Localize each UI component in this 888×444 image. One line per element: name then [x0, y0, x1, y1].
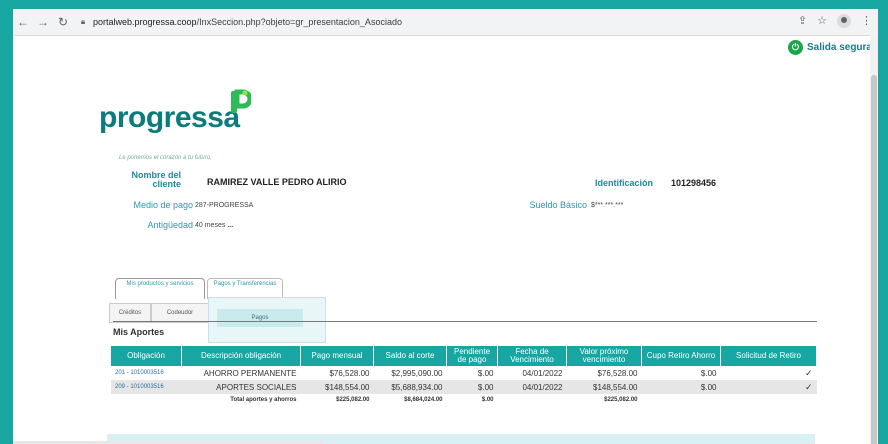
cell-monthly-payment: $76,528.00 [300, 366, 374, 380]
subtab-codebtor[interactable]: Codeudor [151, 303, 209, 323]
more-indicator[interactable]: ... [227, 222, 233, 229]
total-cell [641, 394, 721, 405]
progressa-logo: progressa [99, 89, 251, 135]
lock-icon[interactable]: 🔒︎ [77, 17, 89, 27]
total-cell [111, 394, 182, 405]
col-header: Pendiente de pago [446, 346, 498, 366]
total-label: Total aportes y ahorros [181, 394, 301, 405]
total-monthly: $225,082.00 [300, 394, 374, 405]
salary-label: Sueldo Básico [529, 200, 587, 210]
cell-due-date: 04/01/2022 [497, 366, 567, 380]
total-next-value: $225,082.00 [566, 394, 642, 405]
logout-label: Salida segura [806, 42, 872, 53]
logout-button[interactable]: ⏻ Salida segura [787, 40, 872, 55]
cell-next-value: $148,554.00 [566, 380, 642, 394]
seniority-value: 40 meses ... [195, 222, 234, 229]
total-row: Total aportes y ahorros $225,082.00 $8,6… [111, 394, 817, 405]
col-header: Descripción obligación [181, 346, 301, 366]
cell-pending: $.00 [446, 366, 498, 380]
back-icon[interactable]: ← [13, 15, 33, 29]
check-icon[interactable]: ✓ [720, 366, 817, 380]
payment-method-label: Medio de pago [133, 200, 193, 210]
table-header-row: Obligación Descripción obligación Pago m… [111, 346, 817, 366]
scrollbar-thumb[interactable] [871, 75, 877, 444]
menu-icon[interactable]: ⋮ [861, 14, 872, 28]
cell-balance: $5,688,934.00 [373, 380, 447, 394]
power-icon: ⏻ [787, 40, 803, 55]
aportes-table: Obligación Descripción obligación Pago m… [111, 346, 817, 405]
share-icon[interactable]: ⇪ [798, 14, 807, 28]
profile-avatar-icon[interactable] [837, 14, 851, 28]
divider [113, 321, 817, 322]
dropdown-item-payments[interactable]: Pagos [217, 309, 303, 327]
url-field[interactable]: portalweb.progressa.coop/InxSeccion.php?… [93, 17, 402, 27]
vertical-scrollbar[interactable] [870, 35, 878, 444]
address-bar: ← → ↻ 🔒︎ portalweb.progressa.coop/InxSec… [13, 9, 878, 36]
subtab-credits[interactable]: Créditos [109, 303, 151, 323]
forward-icon[interactable]: → [33, 15, 53, 29]
cell-monthly-payment: $148,554.00 [300, 380, 374, 394]
total-cell [497, 394, 567, 405]
cell-next-value: $76,528.00 [566, 366, 642, 380]
cell-withdraw-quota: $.00 [641, 380, 721, 394]
reload-icon[interactable]: ↻ [53, 15, 73, 29]
salary-value: $***.***.*** [591, 202, 624, 209]
cell-balance: $2,995,090.00 [373, 366, 447, 380]
payments-dropdown: Pagos [208, 297, 326, 343]
col-header: Fecha de Vencimiento [497, 346, 567, 366]
table-row: 201 - 1010003516 AHORRO PERMANENTE $76,5… [111, 366, 817, 380]
col-header: Pago mensual [300, 346, 374, 366]
col-header: Obligación [111, 346, 182, 366]
seniority-label: Antigüedad [147, 220, 193, 230]
total-cell [720, 394, 817, 405]
section-title: Mis Aportes [113, 327, 165, 337]
cell-description: AHORRO PERMANENTE [181, 366, 301, 380]
star-icon[interactable]: ☆ [817, 14, 827, 28]
client-name-label: Nombre del cliente [131, 170, 181, 189]
id-value: 101298456 [671, 178, 717, 188]
cell-description: APORTES SOCIALES [181, 380, 301, 394]
cell-obligation[interactable]: 209 - 1010003516 [111, 380, 182, 394]
cell-due-date: 04/01/2022 [497, 380, 567, 394]
tab-payments[interactable]: Pagos y Transferencias [207, 278, 283, 299]
logo-mark-icon [231, 89, 251, 113]
total-pending: $.00 [446, 394, 498, 405]
client-name: RAMIREZ VALLE PEDRO ALIRIO [207, 177, 347, 187]
browser-window: ← → ↻ 🔒︎ portalweb.progressa.coop/InxSec… [13, 9, 878, 444]
col-header: Cupo Retiro Ahorro [641, 346, 721, 366]
check-icon[interactable]: ✓ [720, 380, 817, 394]
tagline: Le ponemos el corazón a tu futuro. [119, 155, 212, 161]
col-header: Saldo al corte [373, 346, 447, 366]
col-header: Valor próximo vencimiento [566, 346, 642, 366]
tab-products[interactable]: Mis productos y servicios [115, 278, 205, 299]
payment-method-value: 287-PROGRESSA [195, 202, 254, 209]
id-label: Identificación [595, 178, 654, 188]
col-header: Solicitud de Retiro [720, 346, 817, 366]
cell-pending: $.00 [446, 380, 498, 394]
cell-obligation[interactable]: 201 - 1010003516 [111, 366, 182, 380]
cell-withdraw-quota: $.00 [641, 366, 721, 380]
total-balance: $8,684,024.00 [373, 394, 447, 405]
table-row: 209 - 1010003516 APORTES SOCIALES $148,5… [111, 380, 817, 394]
